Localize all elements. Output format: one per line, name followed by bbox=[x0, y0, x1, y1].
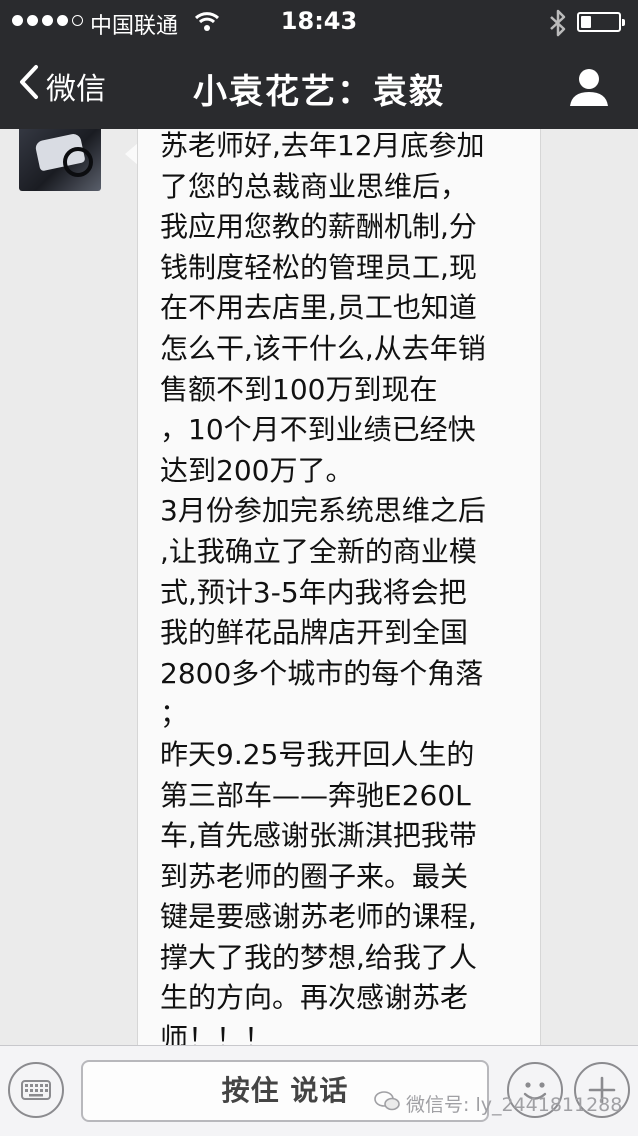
chat-title: 小袁花艺：袁毅 bbox=[193, 72, 445, 112]
message-text: 苏老师好,去年12月底参加 了您的总裁商业思维后， 我应用您教的薪酬机制,分 钱… bbox=[160, 129, 486, 1045]
chat-area[interactable]: 苏老师好,去年12月底参加 了您的总裁商业思维后， 我应用您教的薪酬机制,分 钱… bbox=[0, 129, 638, 1045]
keyboard-toggle-button[interactable] bbox=[8, 1062, 64, 1118]
battery-icon bbox=[577, 12, 625, 32]
bluetooth-icon bbox=[548, 9, 568, 41]
watermark: 微信号: ly_2441811288 bbox=[373, 1090, 622, 1117]
message-bubble[interactable]: 苏老师好,去年12月底参加 了您的总裁商业思维后， 我应用您教的薪酬机制,分 钱… bbox=[137, 129, 541, 1045]
watermark-text: 微信号: ly_2441811288 bbox=[406, 1094, 623, 1116]
nav-bar: 微信 小袁花艺：袁毅 bbox=[0, 44, 638, 129]
status-bar: 中国联通 18:43 bbox=[0, 0, 638, 44]
keyboard-icon bbox=[21, 1080, 51, 1100]
contact-avatar[interactable] bbox=[19, 129, 101, 191]
profile-button[interactable] bbox=[568, 66, 610, 108]
wechat-logo-icon bbox=[373, 1090, 401, 1117]
profile-icon bbox=[570, 69, 608, 106]
status-time: 18:43 bbox=[280, 7, 358, 35]
